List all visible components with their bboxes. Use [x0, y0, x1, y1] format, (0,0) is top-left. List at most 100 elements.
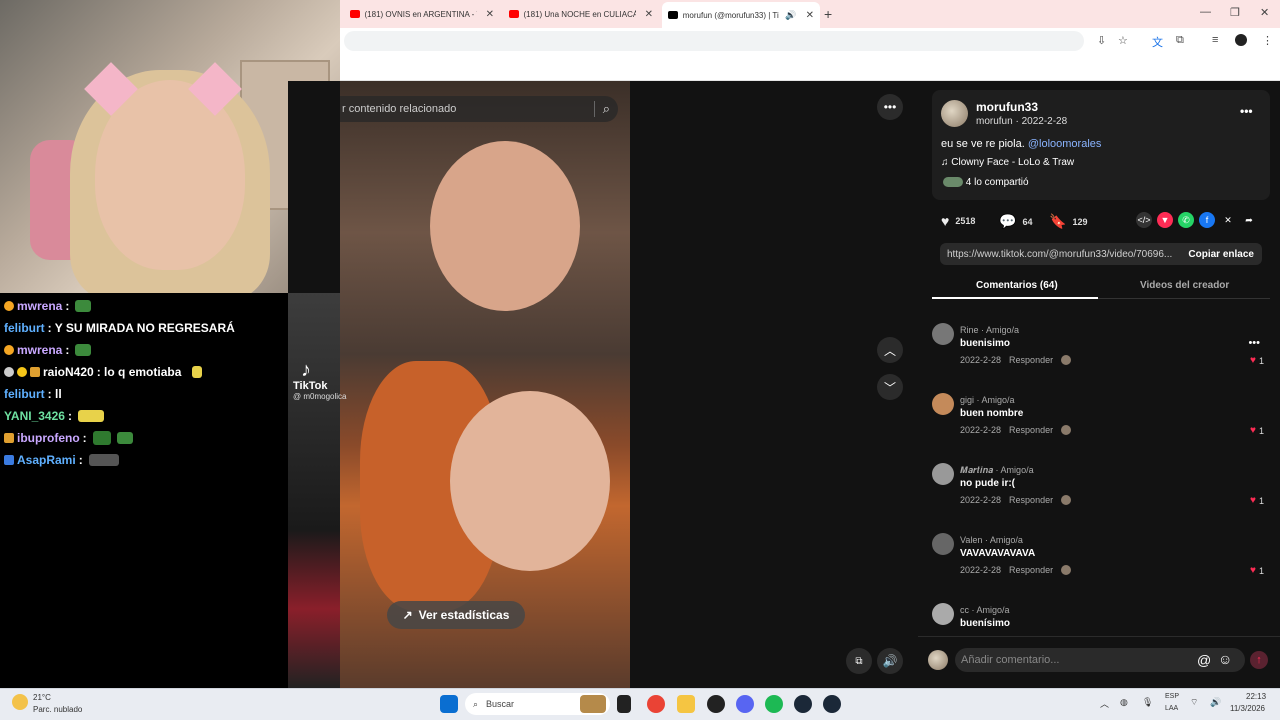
- discord-icon[interactable]: [736, 695, 754, 713]
- send-icon[interactable]: ▼: [1157, 212, 1173, 228]
- translate-icon[interactable]: 文: [1152, 34, 1163, 50]
- reply-button[interactable]: Responder: [1009, 495, 1053, 505]
- commenter-avatar[interactable]: [932, 603, 954, 625]
- prime-badge-icon: [4, 455, 14, 465]
- chat-message: ibuprofeno :: [4, 427, 284, 449]
- creator-like-avatar: [1061, 495, 1072, 505]
- send-comment-button[interactable]: ↑: [1250, 651, 1268, 669]
- close-tab-icon[interactable]: ✕: [806, 10, 814, 21]
- speaker-icon[interactable]: 🔊: [785, 10, 796, 21]
- mention-link[interactable]: @loloomorales: [1028, 138, 1102, 150]
- mention-icon[interactable]: @: [1197, 652, 1211, 668]
- comment-like-button[interactable]: ♥ 1: [1250, 355, 1264, 366]
- plus-icon[interactable]: +: [824, 6, 832, 22]
- star-icon[interactable]: ☆: [1118, 34, 1128, 47]
- copy-link-button[interactable]: Copiar enlace: [1180, 249, 1262, 260]
- chevron-up-icon[interactable]: ︿: [877, 337, 903, 363]
- video-player[interactable]: [340, 81, 630, 688]
- close-tab-icon[interactable]: ✕: [486, 9, 494, 20]
- chevron-up-icon[interactable]: ︿: [1100, 697, 1109, 710]
- steam-icon[interactable]: [823, 695, 841, 713]
- install-icon[interactable]: ⇩: [1097, 34, 1106, 47]
- like-button[interactable]: ♥ 2518: [941, 213, 975, 229]
- save-button[interactable]: 🔖 129: [1049, 213, 1087, 230]
- tiktok-logo-icon: ♪: [301, 359, 311, 381]
- media-icon[interactable]: ≡: [1212, 34, 1218, 46]
- whatsapp-icon[interactable]: ✆: [1178, 212, 1194, 228]
- comment-like-button[interactable]: ♥ 1: [1250, 565, 1264, 576]
- spotify-icon[interactable]: [765, 695, 783, 713]
- obs-icon[interactable]: [707, 695, 725, 713]
- more-options-icon[interactable]: •••: [1248, 337, 1260, 349]
- stream-chat: mwrena : feliburt : Y SU MIRADA NO REGRE…: [0, 293, 288, 688]
- commenter-avatar[interactable]: [932, 323, 954, 345]
- heart-icon: ♥: [1250, 565, 1256, 576]
- chrome-icon[interactable]: [647, 695, 665, 713]
- view-stats-button[interactable]: ↗ Ver estadísticas: [387, 601, 525, 629]
- volume-icon[interactable]: 🔊: [877, 648, 903, 674]
- chat-message: feliburt : ll: [4, 387, 62, 401]
- emoji-icon[interactable]: ☺: [1218, 651, 1232, 667]
- comment-like-button[interactable]: ♥ 1: [1250, 495, 1264, 506]
- task-view-icon[interactable]: [617, 695, 631, 713]
- more-menu-icon[interactable]: ⋮: [1262, 34, 1273, 47]
- file-explorer-icon[interactable]: [677, 695, 695, 713]
- tab-comments[interactable]: Comentarios (64): [976, 280, 1058, 291]
- more-options-icon[interactable]: •••: [877, 94, 903, 120]
- close-tab-icon[interactable]: ✕: [645, 9, 653, 20]
- video-link[interactable]: https://www.tiktok.com/@morufun33/video/…: [940, 249, 1180, 260]
- comment-button[interactable]: 💬 64: [999, 213, 1032, 230]
- wifi-icon[interactable]: ⌔: [1190, 697, 1198, 708]
- share-icon[interactable]: ➦: [1241, 212, 1257, 228]
- emote-icon: [92, 431, 111, 445]
- chat-message: feliburt : Y SU MIRADA NO REGRESARÁ: [4, 321, 235, 335]
- author-avatar[interactable]: [941, 100, 968, 127]
- video-person-face: [450, 391, 610, 571]
- mic-icon[interactable]: 🎙: [1142, 697, 1153, 708]
- address-field[interactable]: [344, 31, 1084, 51]
- reply-button[interactable]: Responder: [1009, 355, 1053, 365]
- creator-like-avatar: [1061, 355, 1072, 365]
- pip-icon[interactable]: ⧉: [846, 648, 872, 674]
- link-box: https://www.tiktok.com/@morufun33/video/…: [940, 243, 1262, 265]
- reply-button[interactable]: Responder: [1009, 425, 1053, 435]
- emote-icon: [77, 410, 104, 422]
- browser-tab-bar: (181) OVNIS en ARGENTINA - Y ✕ (181) Una…: [340, 0, 1280, 28]
- profile-avatar[interactable]: [1235, 34, 1247, 46]
- emote-icon: [192, 366, 203, 378]
- weather-icon[interactable]: [12, 694, 28, 710]
- commenter-avatar[interactable]: [932, 463, 954, 485]
- chevron-down-icon[interactable]: ﹀: [877, 374, 903, 400]
- author-name[interactable]: morufun33: [976, 100, 1038, 114]
- browser-tab[interactable]: (181) OVNIS en ARGENTINA - Y ✕: [344, 4, 500, 24]
- tab-creator-videos[interactable]: Videos del creador: [1140, 280, 1229, 291]
- embed-icon[interactable]: </>: [1136, 212, 1152, 228]
- steam-icon[interactable]: [794, 695, 812, 713]
- comments-tabs: Comentarios (64) Videos del creador: [932, 275, 1270, 299]
- minimize-icon[interactable]: —: [1200, 6, 1211, 18]
- x-icon[interactable]: ✕: [1220, 212, 1236, 228]
- volume-icon[interactable]: 🔊: [1210, 697, 1221, 708]
- restore-icon[interactable]: ❐: [1230, 6, 1240, 19]
- extensions-icon[interactable]: ⧉: [1176, 34, 1184, 47]
- sub-badge-icon: [4, 345, 14, 355]
- page-top-strip: [340, 54, 1280, 81]
- close-icon[interactable]: ✕: [1260, 6, 1269, 19]
- address-bar-area: [340, 28, 1280, 54]
- youtube-icon: [509, 10, 519, 18]
- comment-item: Valen · Amigo/a VAVAVAVAVAVA 2022-2-28 Re…: [932, 533, 1270, 593]
- commenter-avatar[interactable]: [932, 533, 954, 555]
- more-options-icon[interactable]: •••: [1240, 104, 1253, 118]
- windows-start-icon[interactable]: [440, 695, 458, 713]
- network-icon[interactable]: ◍: [1120, 697, 1128, 708]
- comment-like-button[interactable]: ♥ 1: [1250, 425, 1264, 436]
- reply-button[interactable]: Responder: [1009, 565, 1053, 575]
- related-search-box[interactable]: r contenido relacionado ⌕: [340, 96, 618, 122]
- facebook-icon[interactable]: f: [1199, 212, 1215, 228]
- emote-icon: [75, 300, 92, 312]
- music-row[interactable]: ♫ Clowny Face - LoLo & Traw: [941, 157, 1074, 168]
- browser-tab-active[interactable]: morufun (@morufun33) | Ti 🔊 ✕: [662, 2, 820, 28]
- browser-tab[interactable]: (181) Una NOCHE en CULIACÁN ✕: [503, 4, 659, 24]
- search-icon[interactable]: ⌕: [593, 101, 610, 117]
- commenter-avatar[interactable]: [932, 393, 954, 415]
